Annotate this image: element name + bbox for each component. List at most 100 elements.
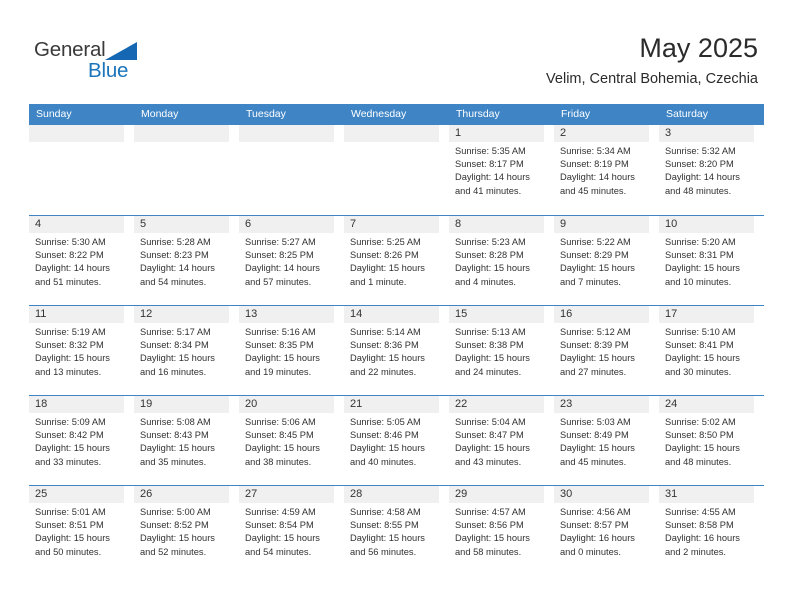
day-cell[interactable]: 16 Sunrise: 5:12 AM Sunset: 8:39 PM Dayligh…: [554, 306, 659, 395]
day-number-band: 3: [659, 125, 754, 142]
day-cell[interactable]: 27 Sunrise: 4:59 AM Sunset: 8:54 PM Dayligh…: [239, 486, 344, 575]
day-number-band: 17: [659, 306, 754, 323]
day-number-band: 13: [239, 306, 334, 323]
day-cell[interactable]: 20 Sunrise: 5:06 AM Sunset: 8:45 PM Dayligh…: [239, 396, 344, 485]
day-detail-line: Sunrise: 5:27 AM: [245, 237, 316, 247]
day-detail-line: Sunrise: 5:16 AM: [245, 327, 316, 337]
day-cell[interactable]: 9 Sunrise: 5:22 AM Sunset: 8:29 PM Daylight…: [554, 216, 659, 305]
day-number: 28: [350, 488, 363, 500]
day-cell[interactable]: 12 Sunrise: 5:17 AM Sunset: 8:34 PM Dayligh…: [134, 306, 239, 395]
day-cell[interactable]: 24 Sunrise: 5:02 AM Sunset: 8:50 PM Dayligh…: [659, 396, 764, 485]
day-detail-line: Sunset: 8:52 PM: [140, 520, 209, 531]
day-detail-lines: Sunrise: 5:02 AM Sunset: 8:50 PM Daylight:…: [659, 413, 759, 469]
day-number-band: 16: [554, 306, 649, 323]
day-detail-line: and 52 minutes.: [140, 546, 207, 557]
day-cell[interactable]: 28 Sunrise: 4:58 AM Sunset: 8:55 PM Dayligh…: [344, 486, 449, 575]
day-detail-line: and 50 minutes.: [35, 546, 102, 557]
day-detail-line: Sunrise: 5:30 AM: [35, 237, 106, 247]
day-detail-line: Sunset: 8:38 PM: [455, 340, 524, 351]
day-detail-line: Sunset: 8:23 PM: [140, 250, 209, 261]
day-cell[interactable]: 30 Sunrise: 4:56 AM Sunset: 8:57 PM Dayligh…: [554, 486, 659, 575]
day-cell[interactable]: 17 Sunrise: 5:10 AM Sunset: 8:41 PM Dayligh…: [659, 306, 764, 395]
day-detail-line: Daylight: 15 hours: [35, 443, 110, 454]
day-number-band: 24: [659, 396, 754, 413]
day-cell[interactable]: 10 Sunrise: 5:20 AM Sunset: 8:31 PM Dayligh…: [659, 216, 764, 305]
day-detail-line: Sunset: 8:49 PM: [560, 430, 629, 441]
day-cell-empty: [134, 125, 239, 215]
day-detail-lines: Sunrise: 5:23 AM Sunset: 8:28 PM Daylight:…: [449, 233, 549, 289]
day-detail-line: Sunrise: 5:17 AM: [140, 327, 211, 337]
day-detail-line: Sunrise: 4:58 AM: [350, 507, 421, 517]
day-cell[interactable]: 8 Sunrise: 5:23 AM Sunset: 8:28 PM Daylight…: [449, 216, 554, 305]
weekday-header-row: Sunday Monday Tuesday Wednesday Thursday Frid…: [29, 104, 764, 125]
day-cell[interactable]: 18 Sunrise: 5:09 AM Sunset: 8:42 PM Dayligh…: [29, 396, 134, 485]
day-detail-lines: Sunrise: 5:16 AM Sunset: 8:35 PM Daylight:…: [239, 323, 339, 379]
day-detail-line: Sunset: 8:45 PM: [245, 430, 314, 441]
day-detail-lines: [29, 142, 129, 145]
day-detail-lines: Sunrise: 4:58 AM Sunset: 8:55 PM Daylight:…: [344, 503, 444, 559]
day-detail-lines: Sunrise: 5:12 AM Sunset: 8:39 PM Daylight:…: [554, 323, 654, 379]
day-number-band: 5: [134, 216, 229, 233]
day-cell[interactable]: 19 Sunrise: 5:08 AM Sunset: 8:43 PM Dayligh…: [134, 396, 239, 485]
day-number-band: 29: [449, 486, 544, 503]
day-number: 1: [455, 127, 462, 139]
day-detail-lines: [239, 142, 339, 145]
day-number-band: 11: [29, 306, 124, 323]
day-detail-line: Sunset: 8:22 PM: [35, 250, 104, 261]
day-number: 9: [560, 218, 567, 230]
day-number-band: 10: [659, 216, 754, 233]
day-detail-lines: Sunrise: 5:25 AM Sunset: 8:26 PM Daylight:…: [344, 233, 444, 289]
day-detail-line: Sunset: 8:47 PM: [455, 430, 524, 441]
day-cell[interactable]: 5 Sunrise: 5:28 AM Sunset: 8:23 PM Daylight…: [134, 216, 239, 305]
day-cell[interactable]: 3 Sunrise: 5:32 AM Sunset: 8:20 PM Daylight…: [659, 125, 764, 215]
day-detail-line: Daylight: 15 hours: [560, 263, 635, 274]
day-cell[interactable]: 15 Sunrise: 5:13 AM Sunset: 8:38 PM Dayligh…: [449, 306, 554, 395]
day-number-band: 21: [344, 396, 439, 413]
day-detail-line: Sunset: 8:34 PM: [140, 340, 209, 351]
title-block: May 2025 Velim, Central Bohemia, Czechia: [546, 32, 758, 88]
day-number-band: 4: [29, 216, 124, 233]
calendar-weeks: 1 Sunrise: 5:35 AM Sunset: 8:17 PM Daylight…: [29, 125, 764, 575]
day-detail-line: and 45 minutes.: [560, 185, 627, 196]
day-number: 30: [560, 488, 573, 500]
day-detail-line: Sunrise: 5:05 AM: [350, 417, 421, 427]
day-cell[interactable]: 4 Sunrise: 5:30 AM Sunset: 8:22 PM Daylight…: [29, 216, 134, 305]
day-cell[interactable]: 21 Sunrise: 5:05 AM Sunset: 8:46 PM Dayligh…: [344, 396, 449, 485]
day-detail-line: Sunrise: 4:59 AM: [245, 507, 316, 517]
day-cell[interactable]: 26 Sunrise: 5:00 AM Sunset: 8:52 PM Dayligh…: [134, 486, 239, 575]
day-number: 13: [245, 308, 258, 320]
day-detail-line: and 45 minutes.: [560, 456, 627, 467]
day-detail-line: and 48 minutes.: [665, 185, 732, 196]
day-cell[interactable]: 25 Sunrise: 5:01 AM Sunset: 8:51 PM Dayligh…: [29, 486, 134, 575]
day-detail-line: Daylight: 15 hours: [35, 533, 110, 544]
day-number-band: 28: [344, 486, 439, 503]
day-number-band: 1: [449, 125, 544, 142]
day-detail-line: Daylight: 16 hours: [665, 533, 740, 544]
weekday-header-saturday: Saturday: [666, 108, 709, 120]
day-detail-line: Sunrise: 5:13 AM: [455, 327, 526, 337]
weekday-header-sunday: Sunday: [36, 108, 72, 120]
day-number-band: [29, 125, 124, 142]
day-cell[interactable]: 23 Sunrise: 5:03 AM Sunset: 8:49 PM Dayligh…: [554, 396, 659, 485]
day-cell[interactable]: 13 Sunrise: 5:16 AM Sunset: 8:35 PM Dayligh…: [239, 306, 344, 395]
day-cell[interactable]: 1 Sunrise: 5:35 AM Sunset: 8:17 PM Daylight…: [449, 125, 554, 215]
day-cell[interactable]: 29 Sunrise: 4:57 AM Sunset: 8:56 PM Dayligh…: [449, 486, 554, 575]
day-number: 16: [560, 308, 573, 320]
day-cell[interactable]: 11 Sunrise: 5:19 AM Sunset: 8:32 PM Dayligh…: [29, 306, 134, 395]
day-number-band: 30: [554, 486, 649, 503]
day-detail-line: Daylight: 14 hours: [35, 263, 110, 274]
day-cell[interactable]: 6 Sunrise: 5:27 AM Sunset: 8:25 PM Daylight…: [239, 216, 344, 305]
day-cell[interactable]: 31 Sunrise: 4:55 AM Sunset: 8:58 PM Dayligh…: [659, 486, 764, 575]
day-cell-empty: [344, 125, 449, 215]
calendar-week-row: 25 Sunrise: 5:01 AM Sunset: 8:51 PM Dayligh…: [29, 485, 764, 575]
day-detail-line: Sunrise: 5:25 AM: [350, 237, 421, 247]
day-number: 3: [665, 127, 672, 139]
day-cell[interactable]: 22 Sunrise: 5:04 AM Sunset: 8:47 PM Dayligh…: [449, 396, 554, 485]
day-cell[interactable]: 14 Sunrise: 5:14 AM Sunset: 8:36 PM Dayligh…: [344, 306, 449, 395]
day-detail-line: and 24 minutes.: [455, 366, 522, 377]
day-cell[interactable]: 7 Sunrise: 5:25 AM Sunset: 8:26 PM Daylight…: [344, 216, 449, 305]
day-detail-line: Sunset: 8:20 PM: [665, 159, 734, 170]
day-detail-lines: Sunrise: 4:59 AM Sunset: 8:54 PM Daylight:…: [239, 503, 339, 559]
day-detail-line: Sunset: 8:57 PM: [560, 520, 629, 531]
day-cell[interactable]: 2 Sunrise: 5:34 AM Sunset: 8:19 PM Daylight…: [554, 125, 659, 215]
